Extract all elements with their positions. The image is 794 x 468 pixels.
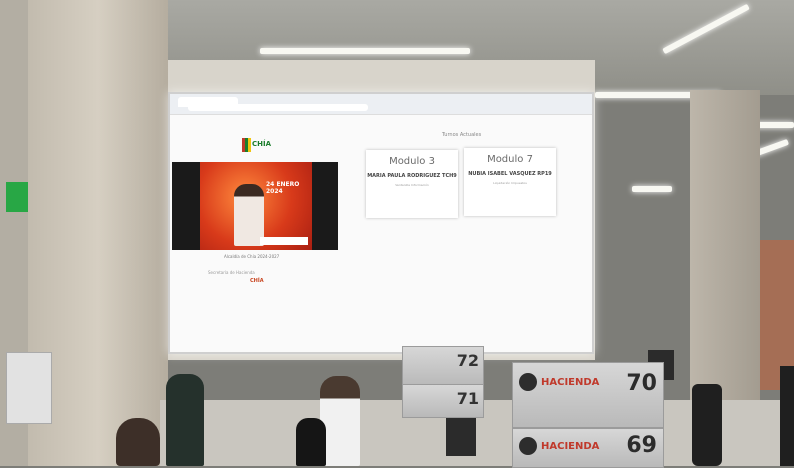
person-silhouette-icon: [519, 437, 537, 455]
address-bar[interactable]: [188, 104, 368, 111]
module-title: Modulo 7: [487, 154, 533, 165]
counter-sign: 71: [402, 384, 484, 418]
person: [166, 374, 204, 466]
counter-number: 71: [456, 389, 479, 408]
counter-number: 72: [456, 351, 479, 370]
browser-bar: [170, 94, 592, 115]
municipality-logo: CHÍA: [242, 138, 272, 152]
counter-number: 69: [626, 433, 657, 458]
ceiling-light: [632, 186, 672, 192]
module-service: Liquidación Impuestos: [493, 181, 527, 186]
promo-headline: 24 ENERO 2024: [266, 181, 300, 195]
person-silhouette-icon: [519, 373, 537, 391]
caption: Alcaldía de Chía 2024-2027: [224, 254, 280, 259]
caption: CHÍA: [250, 278, 264, 284]
module-assignee: NUBIA ISABEL VASQUEZ RP19: [468, 171, 552, 177]
module-card: Modulo 7 NUBIA ISABEL VASQUEZ RP19 Liqui…: [464, 148, 556, 216]
person: [320, 376, 360, 466]
promo-image: 24 ENERO 2024: [172, 162, 338, 250]
queue-title: Turnos Actuales: [442, 132, 482, 138]
promo-footer: [260, 237, 308, 245]
counter-sign: HACIENDA 70: [512, 362, 664, 428]
ceiling-light: [260, 48, 470, 54]
module-service: Ventanilla Información: [395, 183, 429, 188]
logo-text: CHÍA: [252, 140, 272, 148]
office-chair: [692, 384, 722, 466]
queue-display-screen: CHÍA 24 ENERO 2024 Alcaldía de Chía 2024…: [168, 92, 594, 354]
info-sign: [6, 352, 52, 424]
counter-brand: HACIENDA: [541, 377, 600, 388]
office-chair: [780, 366, 794, 466]
computer-monitor: [446, 416, 476, 456]
person: [116, 418, 160, 466]
module-title: Modulo 3: [389, 156, 435, 167]
counter-number: 70: [626, 371, 657, 396]
module-card: Modulo 3 MARIA PAULA RODRIGUEZ TCH9 Vent…: [366, 150, 458, 218]
counter-brand: HACIENDA: [541, 441, 600, 452]
caption: Secretaría de Hacienda: [208, 270, 255, 275]
exit-sign-icon: [6, 182, 28, 212]
module-assignee: MARIA PAULA RODRIGUEZ TCH9: [367, 173, 457, 179]
counter-sign: 72: [402, 346, 484, 386]
person: [296, 418, 326, 466]
counter-sign: HACIENDA 69: [512, 428, 664, 468]
